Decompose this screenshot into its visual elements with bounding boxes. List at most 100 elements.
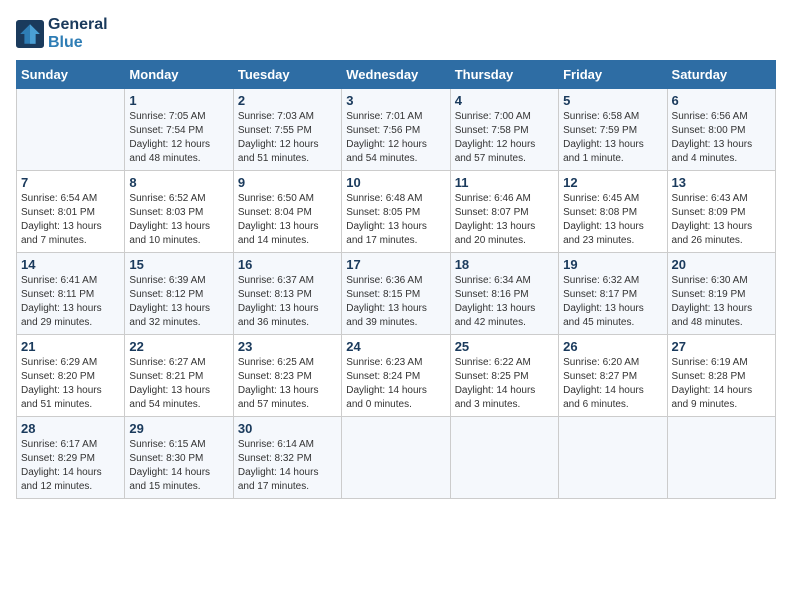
day-number: 6 bbox=[672, 93, 771, 108]
cell-info: Sunrise: 6:36 AMSunset: 8:15 PMDaylight:… bbox=[346, 274, 445, 330]
weekday-header: Thursday bbox=[450, 61, 558, 89]
calendar-cell: 5 Sunrise: 6:58 AMSunset: 7:59 PMDayligh… bbox=[559, 89, 667, 171]
calendar-cell: 30 Sunrise: 6:14 AMSunset: 8:32 PMDaylig… bbox=[233, 417, 341, 499]
day-number: 23 bbox=[238, 339, 337, 354]
cell-info: Sunrise: 6:41 AMSunset: 8:11 PMDaylight:… bbox=[21, 274, 120, 330]
day-number: 15 bbox=[129, 257, 228, 272]
logo: General Blue bbox=[16, 16, 108, 52]
weekday-header: Sunday bbox=[17, 61, 125, 89]
calendar-cell: 12 Sunrise: 6:45 AMSunset: 8:08 PMDaylig… bbox=[559, 171, 667, 253]
calendar-week-row: 21 Sunrise: 6:29 AMSunset: 8:20 PMDaylig… bbox=[17, 335, 776, 417]
calendar-cell: 3 Sunrise: 7:01 AMSunset: 7:56 PMDayligh… bbox=[342, 89, 450, 171]
calendar-cell: 18 Sunrise: 6:34 AMSunset: 8:16 PMDaylig… bbox=[450, 253, 558, 335]
day-number: 30 bbox=[238, 421, 337, 436]
cell-info: Sunrise: 7:03 AMSunset: 7:55 PMDaylight:… bbox=[238, 110, 337, 166]
day-number: 27 bbox=[672, 339, 771, 354]
day-number: 8 bbox=[129, 175, 228, 190]
cell-info: Sunrise: 6:20 AMSunset: 8:27 PMDaylight:… bbox=[563, 356, 662, 412]
calendar-cell: 15 Sunrise: 6:39 AMSunset: 8:12 PMDaylig… bbox=[125, 253, 233, 335]
calendar-cell: 1 Sunrise: 7:05 AMSunset: 7:54 PMDayligh… bbox=[125, 89, 233, 171]
day-number: 7 bbox=[21, 175, 120, 190]
cell-info: Sunrise: 6:30 AMSunset: 8:19 PMDaylight:… bbox=[672, 274, 771, 330]
calendar-cell: 19 Sunrise: 6:32 AMSunset: 8:17 PMDaylig… bbox=[559, 253, 667, 335]
day-number: 25 bbox=[455, 339, 554, 354]
calendar-cell: 7 Sunrise: 6:54 AMSunset: 8:01 PMDayligh… bbox=[17, 171, 125, 253]
calendar-week-row: 1 Sunrise: 7:05 AMSunset: 7:54 PMDayligh… bbox=[17, 89, 776, 171]
calendar-cell: 2 Sunrise: 7:03 AMSunset: 7:55 PMDayligh… bbox=[233, 89, 341, 171]
calendar-cell bbox=[17, 89, 125, 171]
day-number: 12 bbox=[563, 175, 662, 190]
day-number: 20 bbox=[672, 257, 771, 272]
calendar-cell: 23 Sunrise: 6:25 AMSunset: 8:23 PMDaylig… bbox=[233, 335, 341, 417]
cell-info: Sunrise: 6:22 AMSunset: 8:25 PMDaylight:… bbox=[455, 356, 554, 412]
calendar-table: SundayMondayTuesdayWednesdayThursdayFrid… bbox=[16, 60, 776, 499]
calendar-cell: 14 Sunrise: 6:41 AMSunset: 8:11 PMDaylig… bbox=[17, 253, 125, 335]
day-number: 21 bbox=[21, 339, 120, 354]
calendar-header: SundayMondayTuesdayWednesdayThursdayFrid… bbox=[17, 61, 776, 89]
day-number: 22 bbox=[129, 339, 228, 354]
calendar-week-row: 14 Sunrise: 6:41 AMSunset: 8:11 PMDaylig… bbox=[17, 253, 776, 335]
cell-info: Sunrise: 7:00 AMSunset: 7:58 PMDaylight:… bbox=[455, 110, 554, 166]
cell-info: Sunrise: 6:25 AMSunset: 8:23 PMDaylight:… bbox=[238, 356, 337, 412]
calendar-week-row: 7 Sunrise: 6:54 AMSunset: 8:01 PMDayligh… bbox=[17, 171, 776, 253]
day-number: 5 bbox=[563, 93, 662, 108]
calendar-cell bbox=[559, 417, 667, 499]
day-number: 16 bbox=[238, 257, 337, 272]
cell-info: Sunrise: 6:27 AMSunset: 8:21 PMDaylight:… bbox=[129, 356, 228, 412]
calendar-cell: 27 Sunrise: 6:19 AMSunset: 8:28 PMDaylig… bbox=[667, 335, 775, 417]
day-number: 28 bbox=[21, 421, 120, 436]
cell-info: Sunrise: 6:29 AMSunset: 8:20 PMDaylight:… bbox=[21, 356, 120, 412]
calendar-body: 1 Sunrise: 7:05 AMSunset: 7:54 PMDayligh… bbox=[17, 89, 776, 499]
cell-info: Sunrise: 6:48 AMSunset: 8:05 PMDaylight:… bbox=[346, 192, 445, 248]
day-number: 29 bbox=[129, 421, 228, 436]
logo-icon bbox=[16, 20, 44, 48]
day-number: 1 bbox=[129, 93, 228, 108]
cell-info: Sunrise: 6:17 AMSunset: 8:29 PMDaylight:… bbox=[21, 438, 120, 494]
weekday-header: Saturday bbox=[667, 61, 775, 89]
weekday-header: Tuesday bbox=[233, 61, 341, 89]
day-number: 13 bbox=[672, 175, 771, 190]
logo-text: General Blue bbox=[48, 16, 108, 52]
cell-info: Sunrise: 6:58 AMSunset: 7:59 PMDaylight:… bbox=[563, 110, 662, 166]
calendar-cell bbox=[667, 417, 775, 499]
weekday-header: Monday bbox=[125, 61, 233, 89]
calendar-cell: 21 Sunrise: 6:29 AMSunset: 8:20 PMDaylig… bbox=[17, 335, 125, 417]
day-number: 17 bbox=[346, 257, 445, 272]
cell-info: Sunrise: 6:34 AMSunset: 8:16 PMDaylight:… bbox=[455, 274, 554, 330]
cell-info: Sunrise: 6:19 AMSunset: 8:28 PMDaylight:… bbox=[672, 356, 771, 412]
calendar-cell: 11 Sunrise: 6:46 AMSunset: 8:07 PMDaylig… bbox=[450, 171, 558, 253]
day-number: 19 bbox=[563, 257, 662, 272]
cell-info: Sunrise: 6:37 AMSunset: 8:13 PMDaylight:… bbox=[238, 274, 337, 330]
weekday-row: SundayMondayTuesdayWednesdayThursdayFrid… bbox=[17, 61, 776, 89]
cell-info: Sunrise: 6:50 AMSunset: 8:04 PMDaylight:… bbox=[238, 192, 337, 248]
cell-info: Sunrise: 7:01 AMSunset: 7:56 PMDaylight:… bbox=[346, 110, 445, 166]
calendar-cell: 17 Sunrise: 6:36 AMSunset: 8:15 PMDaylig… bbox=[342, 253, 450, 335]
day-number: 4 bbox=[455, 93, 554, 108]
cell-info: Sunrise: 6:45 AMSunset: 8:08 PMDaylight:… bbox=[563, 192, 662, 248]
calendar-cell: 22 Sunrise: 6:27 AMSunset: 8:21 PMDaylig… bbox=[125, 335, 233, 417]
day-number: 9 bbox=[238, 175, 337, 190]
calendar-cell bbox=[342, 417, 450, 499]
day-number: 10 bbox=[346, 175, 445, 190]
day-number: 3 bbox=[346, 93, 445, 108]
cell-info: Sunrise: 6:14 AMSunset: 8:32 PMDaylight:… bbox=[238, 438, 337, 494]
cell-info: Sunrise: 6:39 AMSunset: 8:12 PMDaylight:… bbox=[129, 274, 228, 330]
calendar-cell: 25 Sunrise: 6:22 AMSunset: 8:25 PMDaylig… bbox=[450, 335, 558, 417]
cell-info: Sunrise: 7:05 AMSunset: 7:54 PMDaylight:… bbox=[129, 110, 228, 166]
day-number: 14 bbox=[21, 257, 120, 272]
cell-info: Sunrise: 6:23 AMSunset: 8:24 PMDaylight:… bbox=[346, 356, 445, 412]
calendar-cell: 8 Sunrise: 6:52 AMSunset: 8:03 PMDayligh… bbox=[125, 171, 233, 253]
cell-info: Sunrise: 6:46 AMSunset: 8:07 PMDaylight:… bbox=[455, 192, 554, 248]
day-number: 11 bbox=[455, 175, 554, 190]
page-header: General Blue bbox=[16, 16, 776, 52]
cell-info: Sunrise: 6:54 AMSunset: 8:01 PMDaylight:… bbox=[21, 192, 120, 248]
day-number: 2 bbox=[238, 93, 337, 108]
calendar-cell: 28 Sunrise: 6:17 AMSunset: 8:29 PMDaylig… bbox=[17, 417, 125, 499]
cell-info: Sunrise: 6:56 AMSunset: 8:00 PMDaylight:… bbox=[672, 110, 771, 166]
calendar-cell: 16 Sunrise: 6:37 AMSunset: 8:13 PMDaylig… bbox=[233, 253, 341, 335]
calendar-cell bbox=[450, 417, 558, 499]
calendar-cell: 9 Sunrise: 6:50 AMSunset: 8:04 PMDayligh… bbox=[233, 171, 341, 253]
cell-info: Sunrise: 6:52 AMSunset: 8:03 PMDaylight:… bbox=[129, 192, 228, 248]
calendar-cell: 24 Sunrise: 6:23 AMSunset: 8:24 PMDaylig… bbox=[342, 335, 450, 417]
cell-info: Sunrise: 6:32 AMSunset: 8:17 PMDaylight:… bbox=[563, 274, 662, 330]
